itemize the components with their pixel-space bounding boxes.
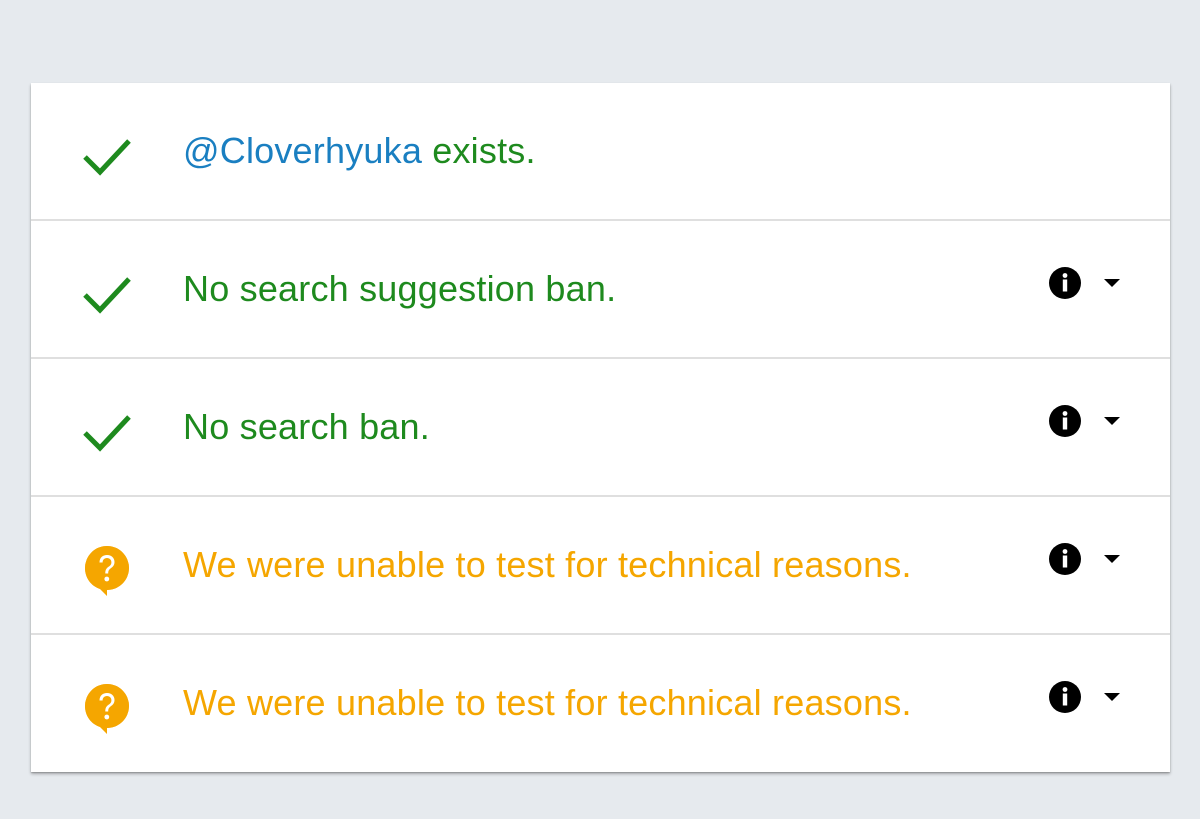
expand-caret-button[interactable] bbox=[1102, 414, 1122, 428]
result-row-exists: @Cloverhyuka exists. bbox=[31, 83, 1170, 221]
info-icon[interactable] bbox=[1048, 404, 1082, 438]
row-actions bbox=[1048, 679, 1122, 715]
row-actions bbox=[1048, 403, 1122, 439]
chevron-down-icon bbox=[1104, 416, 1120, 425]
result-text: @Cloverhyuka exists. bbox=[183, 131, 536, 171]
expand-caret-button[interactable] bbox=[1102, 690, 1122, 704]
checkmark-icon bbox=[83, 139, 131, 176]
result-message: No search suggestion ban. bbox=[183, 268, 617, 309]
row-actions bbox=[1048, 541, 1122, 577]
question-bubble-icon bbox=[85, 684, 129, 734]
result-message: exists. bbox=[422, 130, 536, 171]
expand-caret-button[interactable] bbox=[1102, 552, 1122, 566]
question-bubble-icon bbox=[85, 546, 129, 596]
info-icon[interactable] bbox=[1048, 680, 1082, 714]
user-handle-link[interactable]: @Cloverhyuka bbox=[183, 130, 422, 171]
result-row-search-suggestion-ban[interactable]: No search suggestion ban. bbox=[31, 221, 1170, 359]
result-message: We were unable to test for technical rea… bbox=[183, 544, 912, 585]
info-icon[interactable] bbox=[1048, 542, 1082, 576]
chevron-down-icon bbox=[1104, 554, 1120, 563]
info-icon[interactable] bbox=[1048, 266, 1082, 300]
results-card: @Cloverhyuka exists. No search suggestio… bbox=[31, 83, 1170, 772]
result-message: No search ban. bbox=[183, 406, 430, 447]
checkmark-icon bbox=[83, 277, 131, 314]
chevron-down-icon bbox=[1104, 278, 1120, 287]
checkmark-icon bbox=[83, 415, 131, 452]
chevron-down-icon bbox=[1104, 692, 1120, 701]
result-row-reply-deboosting[interactable]: We were unable to test for technical rea… bbox=[31, 635, 1170, 772]
expand-caret-button[interactable] bbox=[1102, 276, 1122, 290]
result-row-search-ban[interactable]: No search ban. bbox=[31, 359, 1170, 497]
result-message: We were unable to test for technical rea… bbox=[183, 682, 912, 723]
result-row-ghost-ban[interactable]: We were unable to test for technical rea… bbox=[31, 497, 1170, 635]
row-actions bbox=[1048, 265, 1122, 301]
